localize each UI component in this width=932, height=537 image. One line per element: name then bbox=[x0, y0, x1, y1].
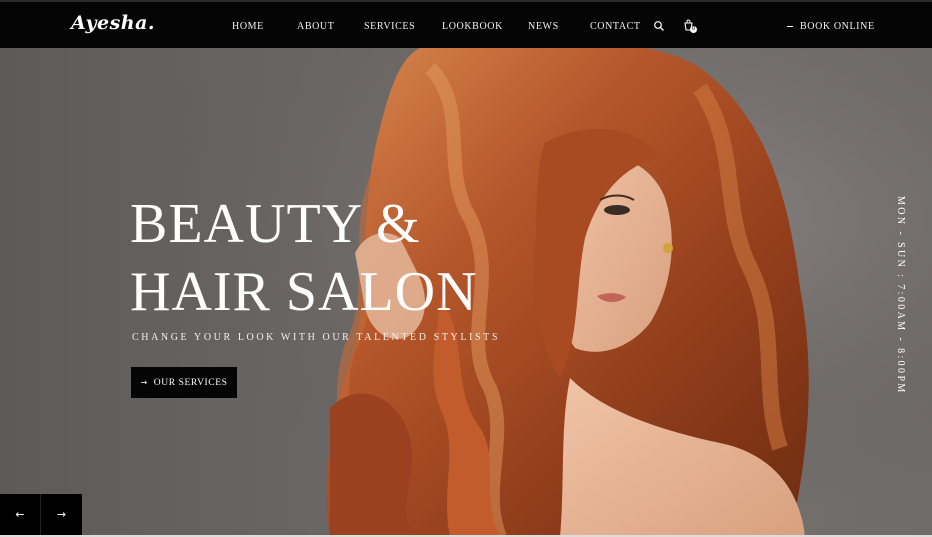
opening-hours: MON - SUN : 7:00AM - 8:00PM bbox=[895, 196, 906, 395]
nav-lookbook[interactable]: LOOKBOOK bbox=[442, 21, 503, 32]
nav-services[interactable]: SERVICES bbox=[364, 21, 415, 32]
slider-prev-button[interactable]: ← bbox=[0, 494, 41, 535]
slider-nav: ← → bbox=[0, 494, 82, 535]
nav-home[interactable]: HOME bbox=[232, 21, 264, 32]
nav-news[interactable]: NEWS bbox=[528, 21, 559, 32]
search-icon[interactable] bbox=[653, 20, 665, 32]
book-online-link[interactable]: BOOK ONLINE bbox=[787, 21, 875, 32]
site-header: Ayesha. HOME ABOUT SERVICES LOOKBOOK NEW… bbox=[0, 0, 932, 48]
hero-title-line-1: BEAUTY & bbox=[130, 193, 421, 255]
arrow-right-icon: → bbox=[140, 378, 148, 387]
dash-icon bbox=[787, 26, 793, 28]
arrow-left-icon: ← bbox=[15, 508, 25, 521]
our-services-label: OUR SERVICES bbox=[153, 378, 228, 388]
slider-next-button[interactable]: → bbox=[41, 494, 82, 535]
nav-contact[interactable]: CONTACT bbox=[590, 21, 641, 32]
hero-title: BEAUTY & HAIR SALON bbox=[130, 190, 478, 326]
site-logo[interactable]: Ayesha. bbox=[71, 12, 155, 34]
arrow-right-icon: → bbox=[56, 508, 67, 521]
book-online-label: BOOK ONLINE bbox=[800, 21, 875, 32]
our-services-button[interactable]: → OUR SERVICES bbox=[131, 367, 237, 398]
hero-title-line-2: HAIR SALON bbox=[130, 261, 478, 323]
nav-about[interactable]: ABOUT bbox=[297, 21, 334, 32]
hero-subtitle: CHANGE YOUR LOOK WITH OUR TALENTED STYLI… bbox=[132, 332, 501, 343]
hero-section: BEAUTY & HAIR SALON CHANGE YOUR LOOK WIT… bbox=[0, 48, 932, 537]
cart-count-badge: 0 bbox=[690, 26, 697, 33]
